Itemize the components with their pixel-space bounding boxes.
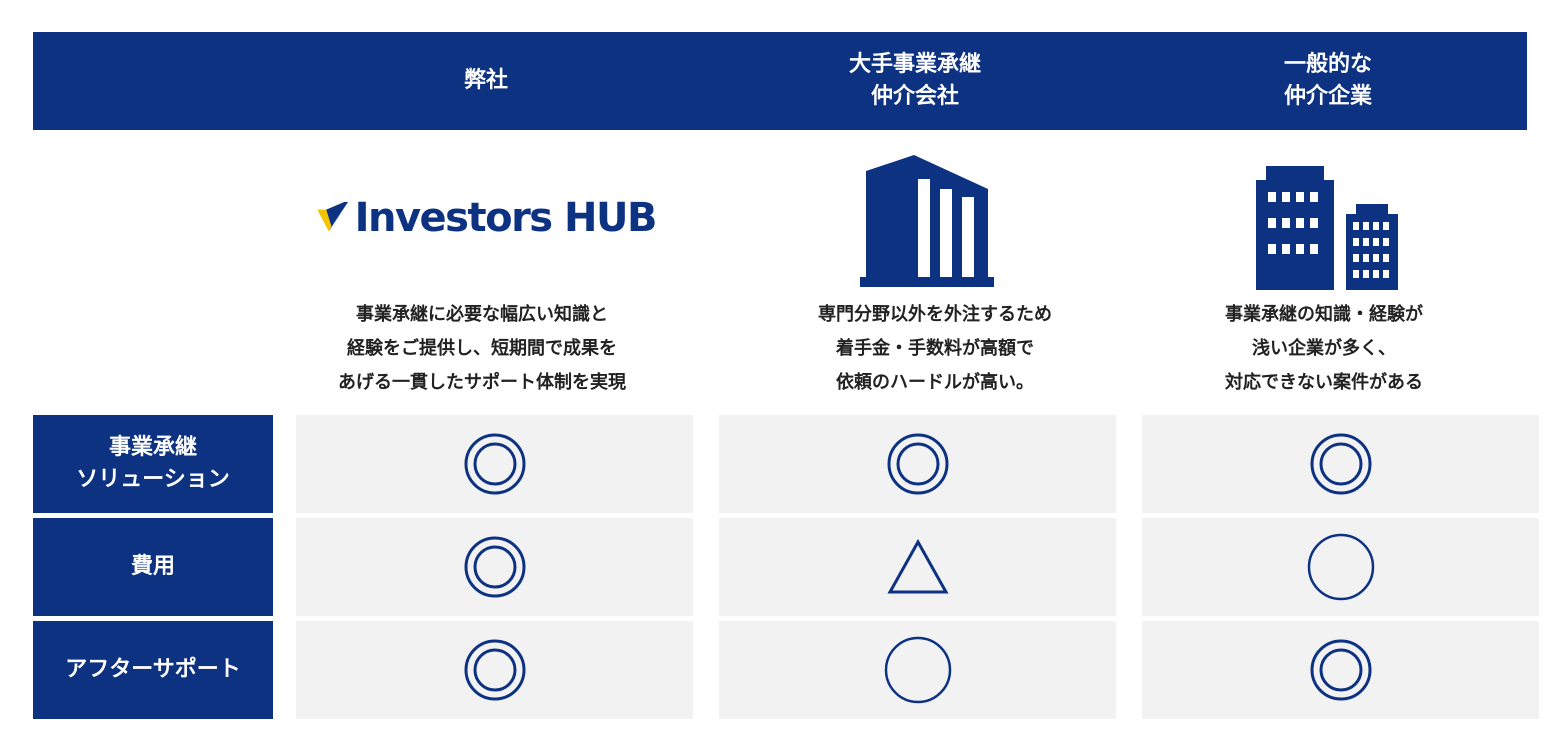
double-circle-symbol [887,433,948,495]
rating-cell [296,621,693,719]
circle-symbol [884,636,951,704]
rating-cell [719,415,1116,513]
triangle-symbol [886,538,949,594]
row-label-solution: 事業承継 ソリューション [33,415,273,513]
double-circle-symbol [464,433,525,495]
description-large-brokers: 専門分野以外を外注するため 着手金・手数料が高額で 依頼のハードルが高い。 [818,304,1052,393]
rating-cell [296,518,693,616]
rating-cell [296,415,693,513]
header-our-company: 弊社 [463,68,508,93]
circle-symbol [1307,533,1374,601]
row-label-after-support: アフターサポート [33,621,273,719]
logo-text: Investors HUB [354,195,658,241]
investors-hub-logo: Investors HUB [316,188,658,248]
double-circle-symbol [1310,433,1371,495]
header-general-brokers: 一般的な 仲介企業 [1283,52,1372,109]
double-circle-symbol [464,536,525,598]
large-building-icon [860,155,994,287]
checkmark-logo-icon [317,201,349,232]
row-label-cost: 費用 [33,518,273,616]
rating-cell [719,518,1116,616]
description-general-brokers: 事業承継の知識・経験が 浅い企業が多く、 対応できない案件がある [1225,304,1423,393]
rating-cell [1142,621,1539,719]
office-buildings-icon [1256,166,1398,290]
header-large-brokers: 大手事業承継 仲介会社 [848,52,981,109]
double-circle-symbol [1310,639,1371,701]
rating-cell [1142,518,1539,616]
rating-cell [719,621,1116,719]
description-our-company: 事業承継に必要な幅広い知識と 経験をご提供し、短期間で成果を あげる一貫したサポ… [338,304,626,393]
rating-cell [1142,415,1539,513]
double-circle-symbol [464,639,525,701]
